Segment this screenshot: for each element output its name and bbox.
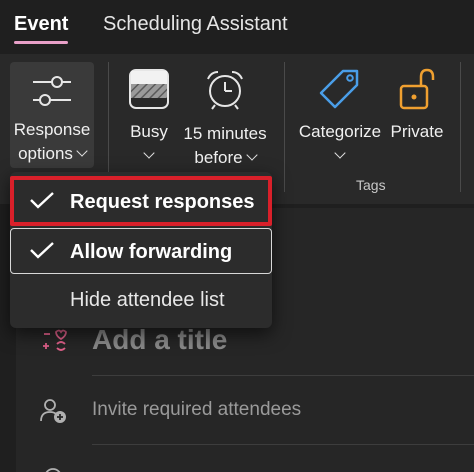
private-label: Private: [390, 122, 444, 141]
menu-item-label: Hide attendee list: [70, 289, 225, 311]
focus-outline: [10, 228, 272, 274]
ribbon-divider: [284, 62, 285, 192]
attendees-divider: [92, 444, 474, 445]
clock-icon: [45, 468, 61, 472]
tab-scheduling-assistant[interactable]: Scheduling Assistant: [103, 13, 288, 36]
menu-item-hide-attendee-list[interactable]: Hide attendee list: [12, 278, 270, 320]
tab-event[interactable]: Event: [14, 13, 68, 36]
status-busy-icon: [129, 69, 169, 109]
title-divider: [92, 375, 474, 376]
private-button[interactable]: Private: [386, 62, 448, 142]
unlocked-padlock-icon: [399, 68, 435, 110]
categorize-button[interactable]: Categorize: [294, 62, 386, 168]
required-attendees-input[interactable]: Invite required attendees: [92, 399, 301, 421]
chevron-down-icon: [143, 147, 155, 159]
highlight-box: [10, 176, 272, 226]
add-person-icon: [40, 399, 66, 423]
categorize-chevron: [294, 144, 386, 168]
chevron-down-icon: [245, 149, 258, 161]
sliders-icon: [33, 76, 71, 106]
busy-chevron: [118, 144, 180, 168]
chevron-down-icon: [76, 145, 88, 157]
ribbon-divider: [460, 62, 461, 192]
reminder-label-line2: before: [180, 146, 270, 170]
categorize-label: Categorize: [298, 122, 382, 141]
active-tab-indicator: [14, 41, 68, 44]
response-options-label-line1: Response: [13, 120, 91, 139]
busy-label: Busy: [130, 122, 168, 141]
reminder-button[interactable]: 15 minutes before: [180, 62, 270, 168]
response-options-button[interactable]: Response options: [10, 62, 94, 168]
chevron-down-icon: [334, 147, 346, 159]
tab-bar: Event Scheduling Assistant: [0, 0, 474, 54]
show-as-busy-button[interactable]: Busy: [118, 62, 180, 168]
response-options-label-line2: options: [10, 142, 94, 166]
tags-group-label: Tags: [356, 177, 386, 193]
title-input[interactable]: Add a title: [92, 324, 227, 356]
reminder-label-line1: 15 minutes: [183, 124, 267, 143]
title-icon: [43, 329, 67, 351]
tag-icon: [319, 69, 359, 109]
alarm-clock-icon: [207, 71, 243, 110]
